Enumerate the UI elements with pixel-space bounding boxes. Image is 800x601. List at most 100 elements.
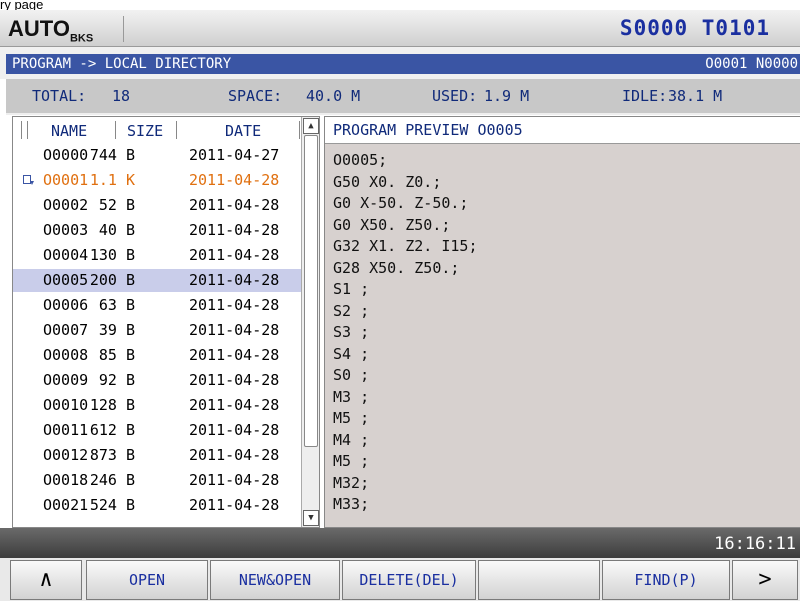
list-item[interactable]: O0000 744 B 2011-04-27 [13, 144, 301, 167]
column-header-size[interactable]: SIZE [127, 122, 163, 140]
list-item[interactable]: O0001 1.1 K 2011-04-28 [13, 169, 301, 192]
code-line: G0 X50. Z50.; [333, 215, 451, 234]
list-item-size: 52 B [98, 196, 135, 214]
program-number: O0001 N0000 [705, 56, 798, 72]
list-item-date: 2011-04-28 [189, 396, 280, 414]
code-line: G28 X50. Z50.; [333, 258, 460, 277]
list-item-date: 2011-04-28 [189, 246, 280, 264]
list-item[interactable]: O0006 63 B 2011-04-28 [13, 294, 301, 317]
scrollbar[interactable]: ▲ ▼ [301, 117, 319, 527]
code-line: S2 ; [333, 301, 370, 320]
list-item-date: 2011-04-28 [189, 221, 280, 239]
list-item-name: O0006 [43, 296, 89, 314]
list-item-date: 2011-04-28 [189, 421, 280, 439]
status-bar: 16:16:11 [0, 528, 800, 558]
list-item-date: 2011-04-28 [189, 271, 280, 289]
scroll-thumb[interactable] [304, 135, 318, 447]
list-item-size: 63 B [98, 296, 135, 314]
list-item-size: 40 B [98, 221, 135, 239]
current-program-icon [23, 175, 34, 185]
code-line: S4 ; [333, 344, 370, 363]
scroll-down-button[interactable]: ▼ [303, 510, 319, 526]
list-item[interactable]: O0021 524 B 2011-04-28 [13, 494, 301, 517]
code-line: M5 ; [333, 409, 370, 427]
empty-softkey[interactable] [478, 560, 600, 600]
list-item[interactable]: O0008 85 B 2011-04-28 [13, 344, 301, 367]
header-divider [27, 121, 28, 139]
list-item-name: O0000 [43, 146, 89, 164]
softkey-bar: ∧ OPEN NEW&OPEN DELETE(DEL) FIND(P) > [0, 558, 800, 601]
code-line: G50 X0. Z0.; [333, 172, 442, 191]
path-strip: PROGRAM -> LOCAL DIRECTORY O0001 N0000 [6, 54, 800, 74]
program-list: NAME SIZE DATE O0000 744 B 2011-04-27 O0001… [12, 116, 320, 528]
list-item-size: 39 B [98, 321, 135, 339]
header-divider [115, 121, 116, 139]
path-bar: PROGRAM -> LOCAL DIRECTORY O0001 N0000 [0, 47, 800, 79]
document-caption-fragment: ry page [0, 0, 44, 10]
list-item-date: 2011-04-27 [189, 146, 280, 164]
list-item-name: O0004 [43, 246, 89, 264]
next-softkey[interactable]: > [732, 560, 798, 600]
find-softkey[interactable]: FIND(P) [602, 560, 730, 600]
list-item[interactable]: O0009 92 B 2011-04-28 [13, 369, 301, 392]
list-item-date: 2011-04-28 [189, 471, 280, 489]
list-item-name: O0009 [43, 371, 89, 389]
header-divider [21, 121, 22, 139]
code-line: M32; [333, 473, 370, 492]
delete-softkey[interactable]: DELETE(DEL) [342, 560, 476, 600]
column-header-name[interactable]: NAME [51, 122, 87, 140]
list-header: NAME SIZE DATE [13, 117, 301, 143]
code-line: S0 ; [333, 366, 370, 384]
list-item[interactable]: O0007 39 B 2011-04-28 [13, 319, 301, 342]
list-item-date: 2011-04-28 [189, 296, 280, 314]
list-item-name: O0005 [43, 271, 89, 289]
list-item-name: O0010 [43, 396, 89, 414]
list-item[interactable]: O0012 873 B 2011-04-28 [13, 444, 301, 467]
list-item-date: 2011-04-28 [189, 371, 280, 389]
code-line: M4 ; [333, 430, 370, 449]
list-item[interactable]: O0010 128 B 2011-04-28 [13, 394, 301, 417]
list-item-size: 1.1 K [89, 171, 135, 189]
total-label: TOTAL: [32, 87, 87, 105]
divider [123, 16, 124, 42]
list-item-size: 744 B [89, 146, 135, 164]
open-softkey[interactable]: OPEN [86, 560, 208, 600]
header-divider [299, 121, 300, 139]
list-item-name: O0018 [43, 471, 89, 489]
new-open-softkey[interactable]: NEW&OPEN [210, 560, 340, 600]
clock: 16:16:11 [714, 534, 796, 554]
spindle-tool-indicator: S0000 T0101 [619, 16, 770, 40]
list-item-size: 246 B [89, 471, 135, 489]
list-item[interactable]: O0005 200 B 2011-04-28 [13, 269, 301, 292]
total-value: 18 [112, 87, 131, 105]
list-item-name: O0011 [43, 421, 89, 439]
list-item-date: 2011-04-28 [189, 171, 280, 189]
list-item-name: O0003 [43, 221, 89, 239]
list-item[interactable]: O0018 246 B 2011-04-28 [13, 469, 301, 492]
list-item-size: 524 B [89, 496, 135, 514]
idle-label: IDLE: [622, 87, 668, 105]
list-item[interactable]: O0011 612 B 2011-04-28 [13, 419, 301, 442]
space-value: 40.0 M [306, 87, 361, 105]
code-line: M5 ; [333, 452, 370, 470]
list-item-name: O0008 [43, 346, 89, 364]
list-item-name: O0002 [43, 196, 89, 214]
list-item-name: O0012 [43, 446, 89, 464]
column-header-date[interactable]: DATE [225, 122, 261, 140]
list-item-date: 2011-04-28 [189, 321, 280, 339]
scroll-up-button[interactable]: ▲ [303, 118, 319, 134]
list-item-date: 2011-04-28 [189, 196, 280, 214]
list-item[interactable]: O0003 40 B 2011-04-28 [13, 219, 301, 242]
list-item-date: 2011-04-28 [189, 446, 280, 464]
used-label: USED: [432, 87, 478, 105]
list-item[interactable]: O0002 52 B 2011-04-28 [13, 194, 301, 217]
idle-value: 38.1 M [668, 87, 723, 105]
code-line: S3 ; [333, 323, 370, 341]
code-line: O0005; [333, 151, 388, 169]
top-bar: AUTOBKS S0000 T0101 [0, 10, 800, 47]
list-item-size: 873 B [89, 446, 135, 464]
list-item[interactable]: O0004 130 B 2011-04-28 [13, 244, 301, 267]
code-line: G0 X-50. Z-50.; [333, 194, 469, 212]
list-item-size: 200 B [89, 271, 135, 289]
back-softkey[interactable]: ∧ [10, 560, 82, 600]
